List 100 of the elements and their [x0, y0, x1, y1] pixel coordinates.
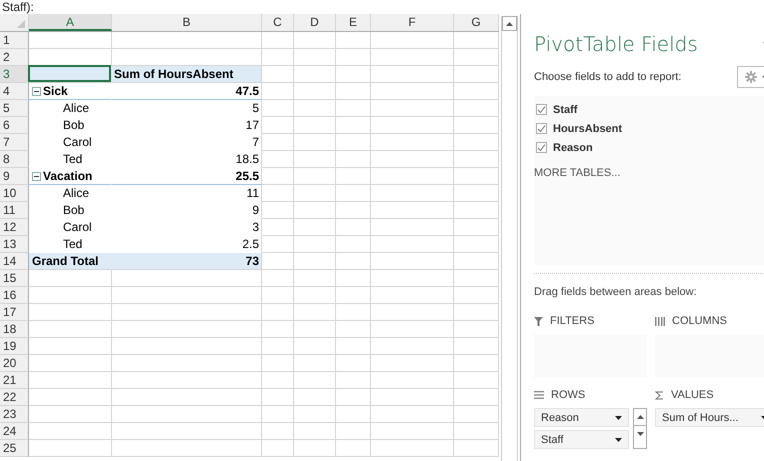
- checkbox[interactable]: [536, 104, 547, 115]
- grid-cell: 7: [112, 134, 262, 151]
- field-pill[interactable]: Staff: [541, 434, 564, 446]
- grid-cell: [454, 338, 499, 355]
- grid-cell: [294, 168, 336, 185]
- collapse-icon[interactable]: [32, 172, 41, 180]
- row-number[interactable]: 9: [0, 168, 29, 185]
- grid-cell: [262, 270, 294, 287]
- column-header[interactable]: A: [29, 14, 112, 31]
- row-number[interactable]: 14: [0, 253, 29, 270]
- caret-icon[interactable]: [615, 416, 622, 420]
- grid-cell: [294, 372, 336, 389]
- row-number[interactable]: 24: [0, 423, 29, 440]
- row-number[interactable]: 18: [0, 321, 29, 338]
- grid-cell: [454, 185, 499, 202]
- grid-cell: [294, 338, 336, 355]
- grid-cell: [262, 440, 294, 457]
- column-header[interactable]: F: [371, 14, 454, 31]
- row-number[interactable]: 6: [0, 117, 29, 134]
- row-number[interactable]: 22: [0, 389, 29, 406]
- column-header[interactable]: B: [112, 14, 262, 31]
- grid-cell: [294, 389, 336, 406]
- row-number[interactable]: 4: [0, 83, 29, 100]
- row-number[interactable]: 19: [0, 338, 29, 355]
- grid-cell: 73: [112, 253, 262, 270]
- grid-cell: [454, 304, 499, 321]
- grid-cell: [294, 253, 336, 270]
- grid-cell: [294, 49, 336, 66]
- grid-cell: 3: [112, 219, 262, 236]
- checkbox[interactable]: [536, 123, 547, 134]
- row-number[interactable]: 5: [0, 100, 29, 117]
- grid-cell: [294, 32, 336, 49]
- grid-cell: [294, 440, 336, 457]
- prompt-text: Choose fields to add to report:: [534, 71, 682, 83]
- row-number[interactable]: 13: [0, 236, 29, 253]
- grid-cell: [336, 185, 371, 202]
- grid-cell: [294, 202, 336, 219]
- grid-cell: [262, 287, 294, 304]
- grid-cell: [262, 134, 294, 151]
- grid-cell: [454, 406, 499, 423]
- grid-cell: [336, 338, 371, 355]
- row-number[interactable]: 3: [0, 66, 29, 83]
- grid-cell: [336, 168, 371, 185]
- row-number[interactable]: 1: [0, 32, 29, 49]
- caret-icon[interactable]: [615, 438, 622, 442]
- sigma-icon: [655, 390, 664, 400]
- row-number[interactable]: 12: [0, 219, 29, 236]
- grid-cell: [336, 287, 371, 304]
- grid-cell: [336, 423, 371, 440]
- row-number[interactable]: 21: [0, 372, 29, 389]
- more-tables-link[interactable]: MORE TABLES...: [534, 167, 620, 179]
- grid-cell: [262, 66, 294, 83]
- grid-cell: 18.5: [112, 151, 262, 168]
- grid-cell: 17: [112, 117, 262, 134]
- grid-cell: [294, 321, 336, 338]
- grid-cell: [294, 423, 336, 440]
- column-header[interactable]: C: [262, 14, 294, 31]
- row-number[interactable]: 8: [0, 151, 29, 168]
- grid-cell: [262, 168, 294, 185]
- grid-cell: [294, 83, 336, 100]
- row-number[interactable]: 23: [0, 406, 29, 423]
- scroll-up-button[interactable]: [502, 16, 517, 31]
- row-number[interactable]: 17: [0, 304, 29, 321]
- row-label: Ted: [62, 236, 82, 252]
- row-number[interactable]: 15: [0, 270, 29, 287]
- checkbox[interactable]: [536, 142, 547, 153]
- grid-cell: [262, 338, 294, 355]
- grid-cell: [336, 49, 371, 66]
- row-number[interactable]: 20: [0, 355, 29, 372]
- row-label: Bob: [62, 117, 84, 133]
- grid-cell: [262, 32, 294, 49]
- row-number[interactable]: 2: [0, 49, 29, 66]
- grid-cell: [294, 185, 336, 202]
- grid-cell: [336, 270, 371, 287]
- grid-cell: [336, 134, 371, 151]
- row-number[interactable]: 10: [0, 185, 29, 202]
- grid-cell: [454, 236, 499, 253]
- grid-cell: [454, 270, 499, 287]
- row-number[interactable]: 7: [0, 134, 29, 151]
- column-header[interactable]: E: [336, 14, 371, 31]
- grid-cell: [336, 236, 371, 253]
- grid-cell: [336, 151, 371, 168]
- row-label: Ted: [62, 151, 82, 167]
- grid-cell: 11: [112, 185, 262, 202]
- field-label: Staff: [553, 104, 578, 116]
- grid-cell: [454, 389, 499, 406]
- grid-cell: [454, 151, 499, 168]
- field-label: HoursAbsent: [553, 122, 622, 134]
- grid-cell: [294, 406, 336, 423]
- column-header[interactable]: D: [294, 14, 336, 31]
- row-number[interactable]: 25: [0, 440, 29, 457]
- grid-cell: [294, 151, 336, 168]
- grid-cell: [262, 236, 294, 253]
- grid-cell: [454, 134, 499, 151]
- column-header[interactable]: G: [454, 14, 499, 31]
- row-number[interactable]: 11: [0, 202, 29, 219]
- collapse-icon[interactable]: [32, 86, 41, 96]
- grid-cell: [294, 270, 336, 287]
- row-number[interactable]: 16: [0, 287, 29, 304]
- grid-cell: [262, 406, 294, 423]
